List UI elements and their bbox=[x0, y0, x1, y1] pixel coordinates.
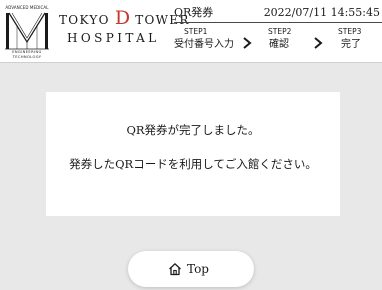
step-2: STEP2 確認 bbox=[264, 24, 308, 60]
step-2-number: STEP2 bbox=[268, 27, 292, 36]
hospital-name-line-2: HOSPITAL bbox=[67, 31, 160, 45]
current-datetime: 2022/07/11 14:55:45 bbox=[263, 6, 380, 19]
header-bar: ADVANCED MEDICAL ENGINEERING TECHNOLOGY … bbox=[0, 0, 382, 63]
home-icon bbox=[169, 263, 181, 276]
hospital-name-line-1: TOKYO D TOWER bbox=[59, 7, 188, 30]
hospital-logo: ADVANCED MEDICAL ENGINEERING TECHNOLOGY bbox=[3, 3, 51, 60]
step-2-name: 確認 bbox=[269, 39, 289, 50]
logo-bottom-line-2: TECHNOLOGY bbox=[12, 55, 42, 59]
step-3-number: STEP3 bbox=[338, 27, 362, 36]
step-1-number: STEP1 bbox=[184, 27, 208, 36]
page-title: QR発券 bbox=[174, 6, 214, 19]
logo-m-emblem-icon bbox=[5, 12, 49, 50]
step-3: STEP3 完了 bbox=[334, 24, 378, 60]
step-3-name: 完了 bbox=[341, 39, 361, 50]
instruction-message: 発券したQRコードを利用してご入館ください。 bbox=[69, 157, 317, 171]
chevron-right-icon bbox=[314, 37, 323, 49]
completion-message: QR発券が完了しました。 bbox=[126, 123, 260, 137]
step-indicator: STEP1 受付番号入力 STEP2 確認 STEP3 完了 bbox=[174, 24, 382, 60]
hospital-name-pre: TOKYO bbox=[59, 13, 115, 27]
logo-bottom-text: ENGINEERING TECHNOLOGY bbox=[3, 50, 51, 60]
title-bar: QR発券 2022/07/11 14:55:45 bbox=[174, 4, 380, 21]
top-button-label: Top bbox=[187, 262, 209, 276]
top-button[interactable]: Top bbox=[128, 251, 254, 287]
completion-message-card: QR発券が完了しました。 発券したQRコードを利用してご入館ください。 bbox=[46, 92, 340, 216]
hospital-name-d: D bbox=[114, 7, 131, 29]
hospital-name: TOKYO D TOWER HOSPITAL bbox=[59, 7, 188, 46]
step-1-name: 受付番号入力 bbox=[174, 39, 234, 50]
chevron-right-icon bbox=[243, 37, 252, 49]
step-1: STEP1 受付番号入力 bbox=[174, 24, 240, 60]
title-divider bbox=[174, 22, 382, 23]
logo-top-text: ADVANCED MEDICAL bbox=[5, 5, 49, 10]
